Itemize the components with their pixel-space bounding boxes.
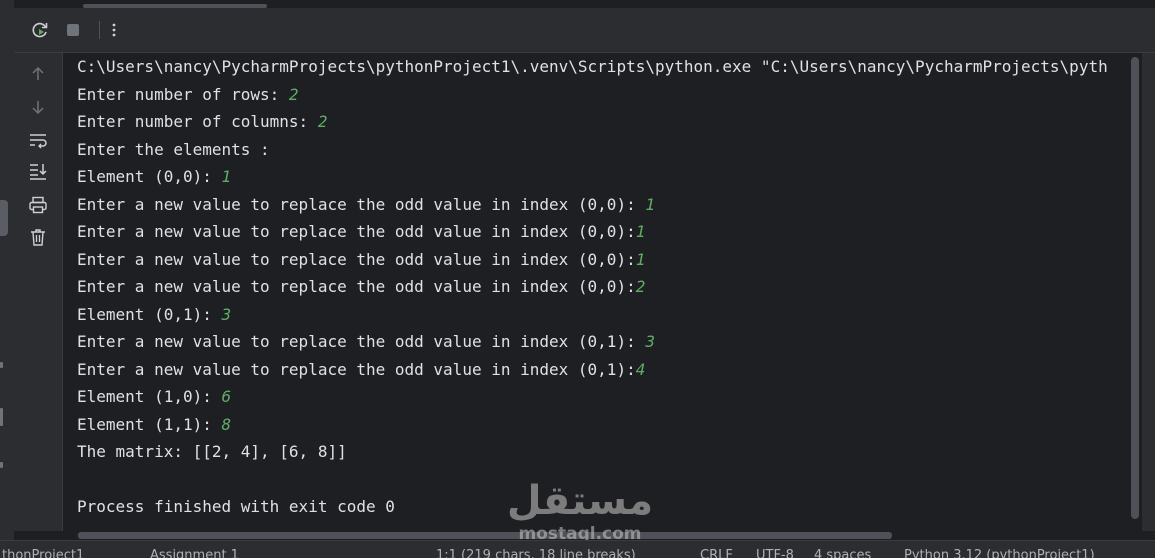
console-prompt: Enter a new value to replace the odd val… [77, 222, 636, 241]
run-tool-window: C:\Users\nancy\PycharmProjects\pythonPro… [0, 0, 1155, 558]
console-user-input: 1 [635, 249, 646, 269]
trash-icon [31, 229, 45, 246]
console-line: Enter a new value to replace the odd val… [77, 195, 655, 215]
active-tool-indicator[interactable] [0, 200, 8, 236]
command-line: C:\Users\nancy\PycharmProjects\pythonPro… [77, 57, 1108, 76]
left-tool-strip [0, 0, 14, 558]
edge-dot [0, 462, 3, 468]
console-user-input: 3 [645, 332, 655, 351]
soft-wrap-button[interactable] [26, 128, 50, 152]
console-prompt: Enter a new value to replace the odd val… [77, 332, 646, 351]
print-button[interactable] [26, 193, 50, 217]
print-icon [29, 196, 47, 214]
console-line: Enter a new value to replace the odd val… [77, 360, 645, 380]
console-user-input: 3 [221, 304, 232, 324]
edge-dot [0, 362, 3, 368]
console-prompt: Enter a new value to replace the odd val… [77, 249, 636, 269]
console-user-input: 8 [221, 414, 232, 434]
arrow-down-icon [32, 101, 44, 115]
rerun-icon [32, 22, 48, 38]
status-project[interactable]: thonProject1 [2, 547, 84, 558]
console-user-input: 2 [317, 112, 328, 131]
right-tool-strip [1142, 53, 1155, 531]
more-options-button[interactable] [102, 18, 126, 42]
watermark-arabic: مستقل [506, 478, 654, 524]
scroll-to-end-icon [30, 164, 47, 180]
console-prompt: Enter number of rows: [77, 84, 289, 104]
console-line: Enter the elements : [77, 140, 270, 160]
console-user-input: 1 [221, 167, 232, 186]
clear-all-button[interactable] [26, 225, 50, 249]
console-line: Element (0,0): 1 [77, 167, 231, 187]
console-line: Enter a new value to replace the odd val… [77, 222, 645, 242]
console-line: Element (1,0): 6 [77, 387, 231, 407]
status-encoding[interactable]: UTF-8 [756, 547, 794, 558]
status-bar: thonProject1 Assignment 1 1:1 (219 chars… [0, 540, 1155, 558]
edge-dash [0, 408, 3, 426]
previous-occurrence-button[interactable] [26, 62, 50, 86]
rerun-button[interactable] [28, 18, 52, 42]
console-horizontal-scroll-thumb[interactable] [78, 532, 892, 539]
console-prompt: Enter a new value to replace the odd val… [77, 277, 636, 296]
console-line: Element (0,1): 3 [77, 305, 231, 325]
console-line: Enter a new value to replace the odd val… [77, 277, 645, 297]
console-prompt: Element (0,0): [77, 167, 222, 186]
console-line: Enter number of columns: 2 [77, 112, 327, 132]
console-line: Enter a new value to replace the odd val… [77, 250, 645, 270]
arrow-up-icon [32, 66, 44, 80]
console-user-input: 2 [635, 277, 646, 296]
status-caret-position[interactable]: 1:1 (219 chars, 18 line breaks) [436, 547, 636, 558]
console-prompt: Element (0,1): [77, 304, 222, 324]
status-line-separator[interactable]: CRLF [700, 547, 733, 558]
console-prompt: Enter the elements : [77, 139, 270, 159]
console-prompt: Element (1,0): [77, 387, 222, 406]
run-toolbar [14, 8, 1155, 53]
next-occurrence-button[interactable] [26, 95, 50, 119]
console-user-input: 1 [635, 222, 646, 241]
console-output[interactable]: C:\Users\nancy\PycharmProjects\pythonPro… [63, 53, 1130, 531]
console-user-input: 2 [288, 84, 299, 104]
console-user-input: 4 [635, 359, 646, 379]
watermark-logo: مستقل mostaql.com [505, 478, 655, 548]
status-indent[interactable]: 4 spaces [814, 547, 871, 558]
more-options-icon [112, 23, 116, 37]
console-gutter [14, 53, 63, 531]
status-interpreter[interactable]: Python 3.12 (pythonProject1) [904, 547, 1095, 558]
console-line: The matrix: [[2, 4], [6, 8]] [77, 442, 347, 462]
console-line: Enter a new value to replace the odd val… [77, 332, 655, 352]
console-prompt: Element (1,1): [77, 414, 222, 434]
console-user-input: 1 [645, 194, 655, 214]
console-vertical-scroll-thumb[interactable] [1131, 57, 1139, 519]
soft-wrap-icon [30, 134, 47, 149]
console-line: Enter number of rows: 2 [77, 85, 299, 105]
console-prompt: Enter number of columns: [77, 112, 318, 131]
stop-button[interactable] [61, 18, 85, 42]
console-line: Element (1,1): 8 [77, 415, 231, 435]
console-prompt: Enter a new value to replace the odd val… [77, 359, 636, 379]
process-exit-message: Process finished with exit code 0 [77, 497, 395, 516]
console-prompt: Enter a new value to replace the odd val… [77, 194, 646, 214]
console-prompt: The matrix: [[2, 4], [6, 8]] [77, 442, 347, 461]
status-file[interactable]: Assignment 1 [150, 547, 239, 558]
scroll-to-end-button[interactable] [26, 159, 50, 183]
console-user-input: 6 [221, 387, 232, 406]
stop-icon [67, 24, 79, 36]
toolbar-separator [99, 21, 100, 39]
